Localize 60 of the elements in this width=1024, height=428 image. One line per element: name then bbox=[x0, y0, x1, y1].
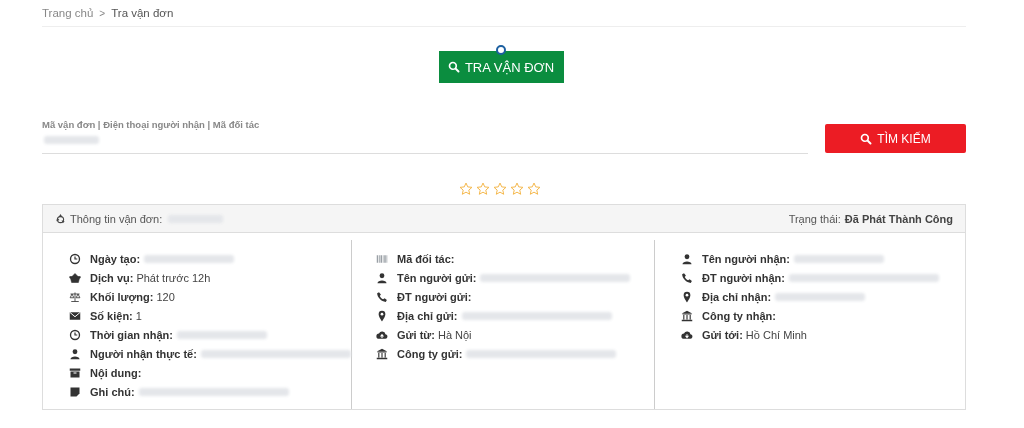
person-icon bbox=[376, 271, 388, 284]
map-pin-icon bbox=[681, 290, 693, 303]
field-label: Gửi từ: bbox=[397, 328, 435, 341]
clock-icon bbox=[69, 252, 81, 265]
search-button[interactable]: TÌM KIẾM bbox=[825, 124, 966, 153]
star-rating[interactable] bbox=[459, 182, 541, 196]
field-label: Tên người nhận: bbox=[702, 252, 790, 265]
field-label: Dịch vụ: bbox=[90, 271, 134, 284]
person-icon bbox=[681, 252, 693, 265]
breadcrumb-separator: > bbox=[99, 7, 106, 19]
field-value: 120 bbox=[156, 290, 175, 303]
field-value: 1 bbox=[135, 309, 142, 322]
field-label: ĐT người gửi: bbox=[397, 290, 472, 303]
clock-icon bbox=[69, 328, 81, 341]
map-pin-icon bbox=[376, 309, 388, 322]
field-label: ĐT người nhận: bbox=[702, 271, 785, 284]
field-label: Tên người gửi: bbox=[397, 271, 477, 284]
note-icon bbox=[69, 385, 81, 398]
field-label: Số kiện: bbox=[90, 309, 133, 322]
field-label: Công ty nhận: bbox=[702, 309, 776, 322]
field-label: Mã đối tác: bbox=[397, 252, 455, 265]
breadcrumb-current: Tra vận đơn bbox=[111, 7, 174, 19]
phone-icon bbox=[376, 290, 388, 303]
star-icon[interactable] bbox=[459, 182, 473, 196]
search-icon bbox=[860, 132, 873, 145]
search-icon bbox=[447, 61, 460, 73]
field-label: Ghi chú: bbox=[90, 385, 135, 398]
phone-icon bbox=[681, 271, 693, 284]
field-value: Hà Nội bbox=[437, 328, 472, 341]
barcode-icon bbox=[376, 252, 388, 265]
search-field[interactable]: Mã vận đơn | Điện thoại người nhận | Mã đối tác bbox=[42, 119, 808, 154]
person-icon bbox=[69, 347, 81, 360]
field-label: Nội dung: bbox=[90, 366, 142, 379]
star-icon[interactable] bbox=[476, 182, 490, 196]
field-label: Người nhận thực tế: bbox=[90, 347, 197, 360]
ring-marker bbox=[495, 45, 506, 55]
basket-icon bbox=[69, 271, 81, 284]
envelope-icon bbox=[69, 309, 81, 322]
cloud-download-icon bbox=[681, 328, 693, 341]
field-label: Gửi tới: bbox=[702, 328, 743, 341]
field-value: Phát trước 12h bbox=[136, 271, 211, 284]
star-icon[interactable] bbox=[527, 182, 541, 196]
panel-title: Thông tin vận đơn: bbox=[70, 212, 163, 225]
star-icon[interactable] bbox=[510, 182, 524, 196]
field-label: Địa chỉ nhận: bbox=[702, 290, 772, 303]
status-label: Trạng thái: bbox=[788, 212, 841, 225]
bank-icon bbox=[681, 309, 693, 322]
status-value: Đã Phát Thành Công bbox=[844, 212, 953, 225]
star-icon[interactable] bbox=[493, 182, 507, 196]
cloud-upload-icon bbox=[376, 328, 388, 341]
bank-icon bbox=[376, 347, 388, 360]
box-icon bbox=[69, 366, 81, 379]
field-label: Công ty gửi: bbox=[397, 347, 463, 360]
lookup-button[interactable]: TRA VẬN ĐƠN bbox=[438, 51, 564, 83]
breadcrumb-link[interactable]: Trang chủ bbox=[42, 7, 94, 19]
field-label: Khối lượng: bbox=[90, 290, 154, 303]
field-value: Hồ Chí Minh bbox=[745, 328, 807, 341]
field-label: Địa chỉ gửi: bbox=[397, 309, 458, 322]
field-label: Thời gian nhận: bbox=[90, 328, 173, 341]
field-label: Ngày tạo: bbox=[90, 252, 141, 265]
